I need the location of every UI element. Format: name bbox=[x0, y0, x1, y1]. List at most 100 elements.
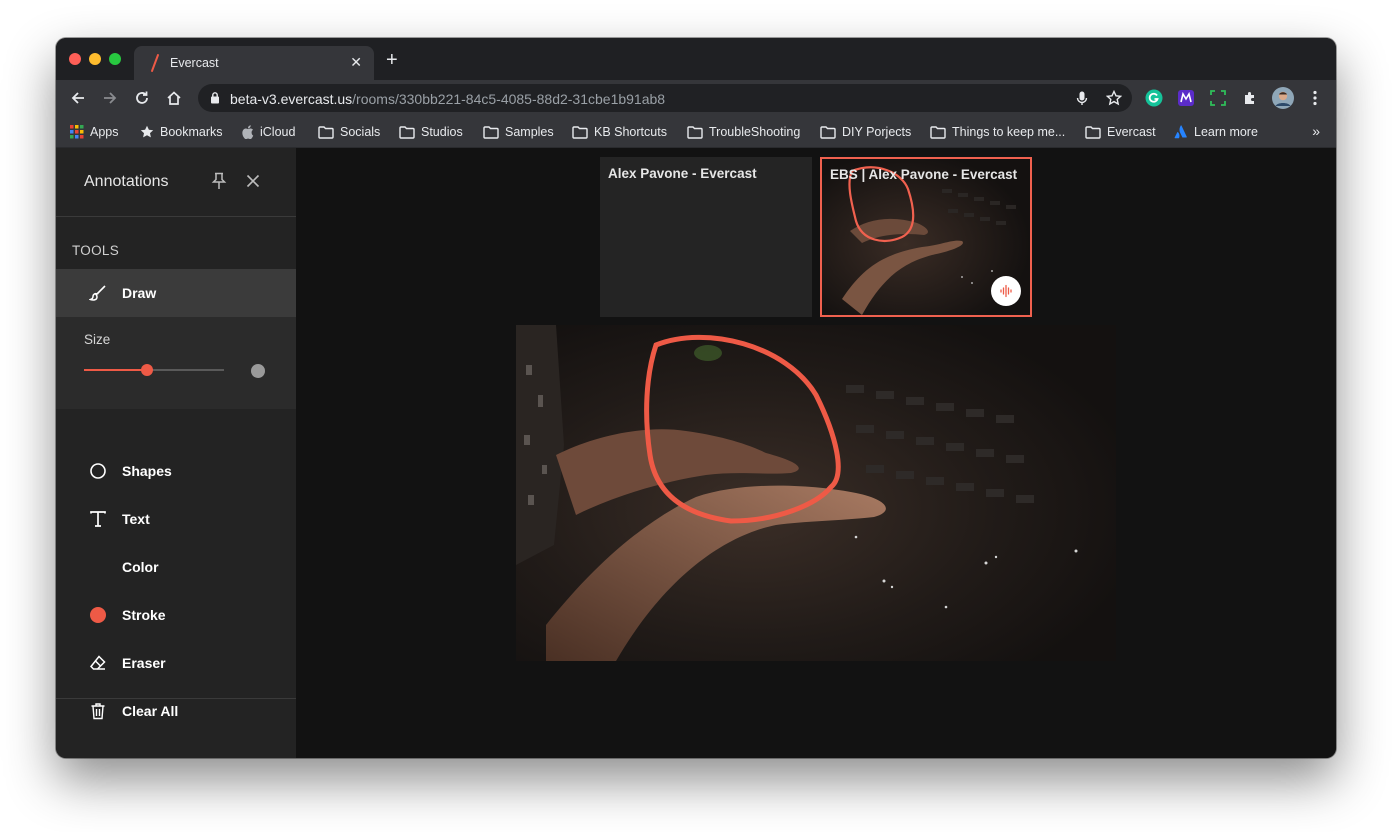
tool-text[interactable]: Text bbox=[56, 495, 296, 543]
close-icon[interactable] bbox=[246, 174, 260, 193]
bookmarks-bar: Apps Bookmarks iCloud Socials Studios Sa… bbox=[56, 116, 1336, 148]
close-window-button[interactable] bbox=[69, 53, 81, 65]
folder-icon bbox=[572, 125, 588, 139]
browser-toolbar: beta-v3.evercast.us/rooms/330bb221-84c5-… bbox=[56, 80, 1336, 116]
bookmark-label: Bookmarks bbox=[160, 125, 223, 139]
sidebar-title: Annotations bbox=[84, 173, 169, 190]
tool-label: Eraser bbox=[122, 655, 166, 671]
tab-evercast[interactable]: Evercast ✕ bbox=[134, 46, 374, 80]
bookmark-learn-more[interactable]: Learn more bbox=[1174, 124, 1258, 140]
size-slider-fill bbox=[84, 369, 147, 371]
bookmarks-overflow-button[interactable]: » bbox=[1312, 123, 1320, 139]
bookmark-label: Studios bbox=[421, 125, 463, 139]
profile-avatar-icon[interactable] bbox=[1272, 87, 1294, 109]
address-bar[interactable]: beta-v3.evercast.us/rooms/330bb221-84c5-… bbox=[198, 84, 1132, 112]
bookmark-diy-porjects[interactable]: DIY Porjects bbox=[820, 124, 911, 140]
bookmark-troubleshooting[interactable]: TroubleShooting bbox=[687, 124, 800, 140]
bookmark-kb-shortcuts[interactable]: KB Shortcuts bbox=[572, 124, 667, 140]
bookmark-label: iCloud bbox=[260, 125, 296, 139]
tool-clear-all[interactable]: Clear All bbox=[56, 687, 296, 735]
bookmark-label: Apps bbox=[90, 125, 119, 139]
audio-waveform-icon bbox=[1000, 284, 1012, 298]
tool-label: Color bbox=[122, 559, 159, 575]
folder-icon bbox=[820, 125, 836, 139]
arrow-right-icon bbox=[104, 92, 117, 104]
size-panel: Size bbox=[56, 317, 296, 409]
participant-name: Alex Pavone - Evercast bbox=[608, 166, 757, 181]
minimize-window-button[interactable] bbox=[89, 53, 101, 65]
screenshot-extension-icon[interactable] bbox=[1209, 89, 1227, 107]
url-text[interactable]: beta-v3.evercast.us/rooms/330bb221-84c5-… bbox=[230, 91, 665, 107]
bookmark-star-icon[interactable] bbox=[1106, 90, 1122, 106]
bookmark-label: KB Shortcuts bbox=[594, 125, 667, 139]
new-tab-button[interactable]: + bbox=[386, 50, 398, 70]
tool-shapes[interactable]: Shapes bbox=[56, 447, 296, 495]
puzzle-extensions-icon[interactable] bbox=[1241, 89, 1259, 107]
tab-title: Evercast bbox=[170, 56, 219, 70]
bookmark-label: Samples bbox=[505, 125, 554, 139]
bookmark-label: Socials bbox=[340, 125, 381, 139]
circle-outline-icon bbox=[88, 461, 108, 481]
star-icon bbox=[140, 125, 154, 138]
pin-icon[interactable] bbox=[211, 172, 227, 195]
tool-label: Text bbox=[122, 511, 150, 527]
tab-close-icon[interactable]: ✕ bbox=[350, 55, 362, 69]
tool-eraser[interactable]: Eraser bbox=[56, 639, 296, 687]
bookmark-label: Things to keep me... bbox=[952, 125, 1066, 139]
home-button[interactable] bbox=[162, 86, 186, 110]
bookmark-bookmarks[interactable]: Bookmarks bbox=[140, 124, 223, 140]
bookmark-studios[interactable]: Studios bbox=[399, 124, 463, 140]
annotations-sidebar: Annotations TOOLS Draw Size Shapes Text … bbox=[56, 148, 296, 758]
bookmark-apps[interactable]: Apps bbox=[70, 124, 119, 140]
participant-tile-active[interactable]: EBS | Alex Pavone - Evercast bbox=[820, 157, 1032, 317]
url-path: /rooms/330bb221-84c5-4085-88d2-31cbe1b91… bbox=[352, 91, 666, 107]
main-video-canvas[interactable] bbox=[516, 325, 1116, 661]
atlassian-icon bbox=[1174, 125, 1187, 139]
video-frame-with-annotation bbox=[516, 325, 1116, 661]
apple-icon bbox=[242, 125, 254, 139]
bookmark-icloud[interactable]: iCloud bbox=[242, 124, 295, 140]
audio-indicator-button[interactable] bbox=[991, 276, 1021, 306]
tool-draw[interactable]: Draw bbox=[56, 269, 296, 317]
folder-icon bbox=[483, 125, 499, 139]
folder-icon bbox=[930, 125, 946, 139]
microphone-icon[interactable] bbox=[1074, 90, 1090, 106]
browser-menu-icon[interactable] bbox=[1306, 89, 1324, 107]
back-button[interactable] bbox=[66, 86, 90, 110]
bookmark-label: TroubleShooting bbox=[709, 125, 801, 139]
stroke-dot-icon bbox=[88, 605, 108, 625]
bookmark-things-to-keep-me[interactable]: Things to keep me... bbox=[930, 124, 1065, 140]
trash-icon bbox=[88, 701, 108, 721]
url-host: beta-v3.evercast.us bbox=[230, 91, 353, 107]
main-stage: Alex Pavone - Evercast EBS | Alex Pavone… bbox=[296, 148, 1336, 758]
participant-tile[interactable]: Alex Pavone - Evercast bbox=[600, 157, 812, 317]
tool-label: Draw bbox=[122, 285, 157, 301]
bookmark-label: Evercast bbox=[1107, 125, 1156, 139]
sidebar-divider bbox=[56, 698, 296, 699]
reload-button[interactable] bbox=[130, 86, 154, 110]
maximize-window-button[interactable] bbox=[109, 53, 121, 65]
forward-button[interactable] bbox=[98, 86, 122, 110]
tool-label: Clear All bbox=[122, 703, 179, 719]
tab-strip: Evercast ✕ + bbox=[56, 38, 1336, 80]
home-icon bbox=[167, 91, 181, 105]
bookmark-label: DIY Porjects bbox=[842, 125, 912, 139]
bookmark-socials[interactable]: Socials bbox=[318, 124, 380, 140]
size-preview-dot bbox=[251, 364, 265, 378]
participant-name: EBS | Alex Pavone - Evercast bbox=[830, 167, 1018, 182]
eraser-icon bbox=[88, 653, 108, 673]
sidebar-header: Annotations bbox=[56, 148, 296, 217]
tool-stroke[interactable]: Stroke bbox=[56, 591, 296, 639]
tool-color[interactable]: Color bbox=[56, 543, 296, 591]
bookmark-samples[interactable]: Samples bbox=[483, 124, 554, 140]
size-slider-thumb[interactable] bbox=[141, 364, 153, 376]
evercast-favicon-icon bbox=[151, 54, 159, 72]
text-icon bbox=[88, 509, 108, 529]
extension-m-icon[interactable] bbox=[1177, 89, 1195, 107]
folder-icon bbox=[687, 125, 703, 139]
grammarly-icon[interactable] bbox=[1145, 89, 1163, 107]
folder-icon bbox=[399, 125, 415, 139]
reload-icon bbox=[136, 91, 148, 104]
size-slider[interactable] bbox=[84, 364, 224, 376]
bookmark-evercast[interactable]: Evercast bbox=[1085, 124, 1156, 140]
